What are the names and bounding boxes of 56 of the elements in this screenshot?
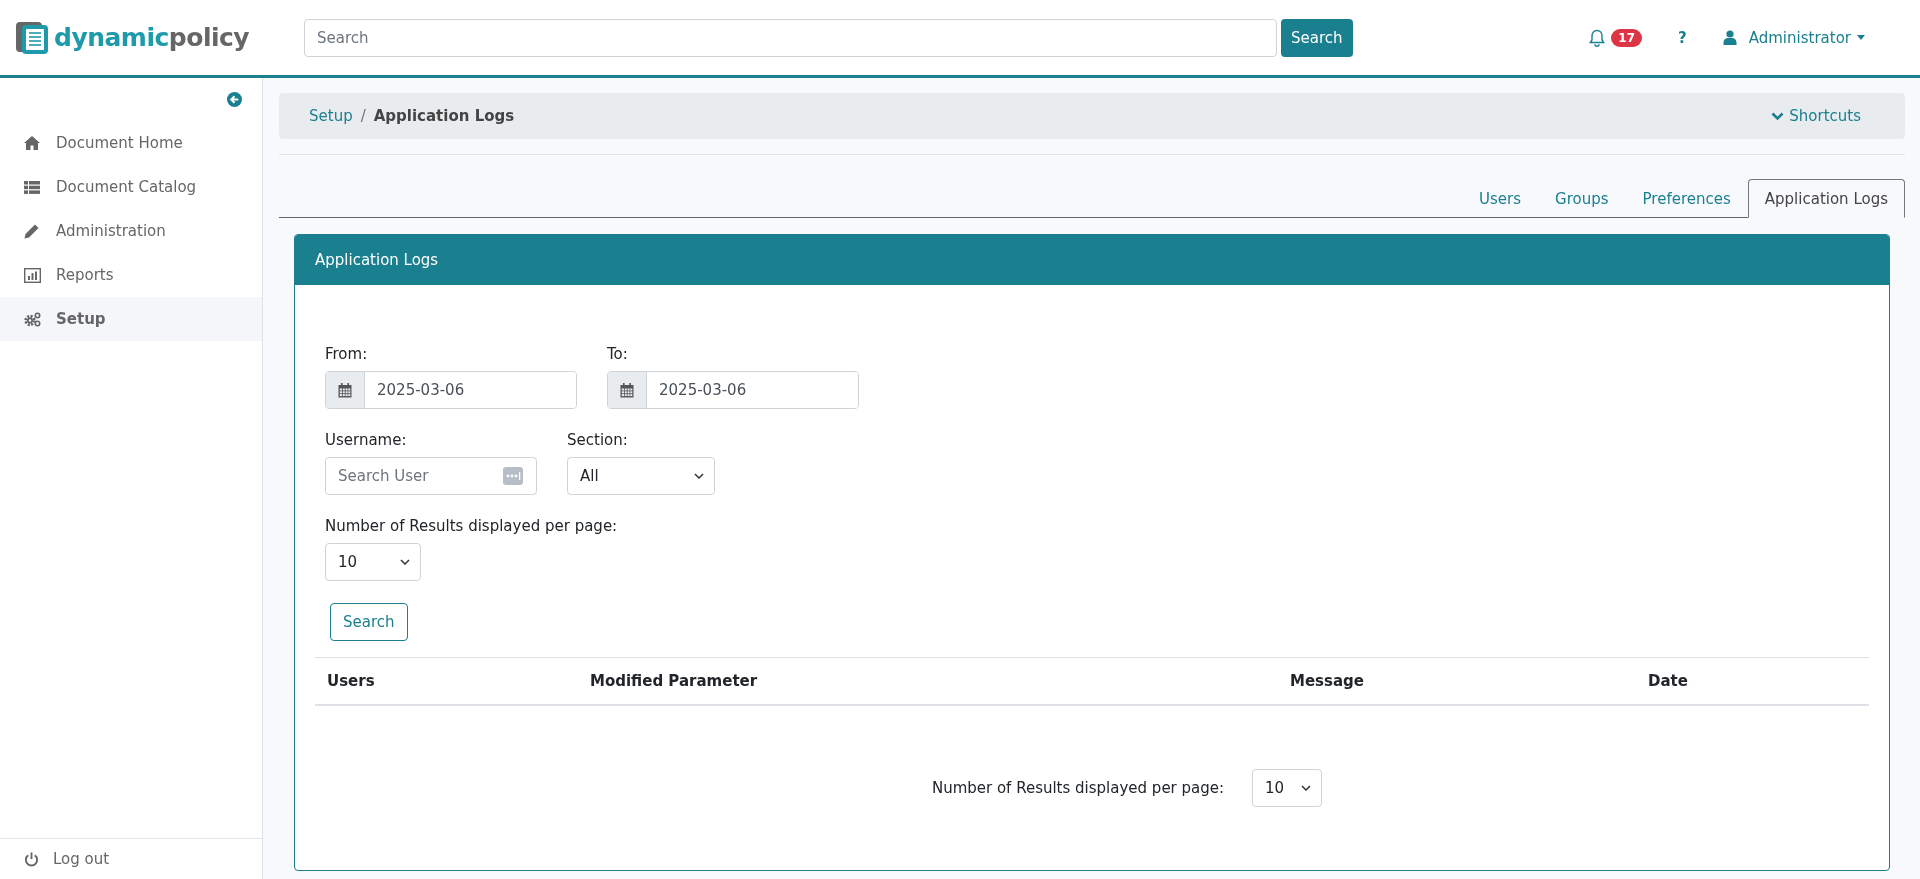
sidebar-item[interactable]: Reports [0, 253, 262, 297]
sidebar-item[interactable]: Administration [0, 209, 262, 253]
field-label: From: [325, 345, 369, 363]
field-label: To: [607, 345, 629, 363]
logo-text: dynamicpolicy [54, 23, 250, 52]
bar-chart-icon [24, 267, 41, 283]
breadcrumb-current: Application Logs [373, 107, 515, 125]
field-label: Section: [567, 431, 629, 449]
logout-link[interactable]: Log out [0, 838, 262, 879]
collapse-arrow-icon[interactable] [227, 92, 242, 107]
calendar-icon [338, 382, 352, 398]
tab[interactable]: Users [1462, 179, 1539, 218]
gears-icon [24, 311, 41, 327]
sidebar-item[interactable]: Setup [0, 297, 262, 341]
field-label: Username: [325, 431, 408, 449]
column-header: Modified Parameter [589, 672, 759, 690]
section-dropdown[interactable]: All [567, 457, 715, 495]
breadcrumb-separator: / [360, 107, 366, 125]
search-button[interactable]: Search [330, 603, 408, 641]
results-per-page-dropdown[interactable]: 10 [1252, 769, 1323, 807]
shortcuts-toggle[interactable]: Shortcuts [1771, 107, 1861, 125]
breadcrumb-link[interactable]: Setup [309, 107, 353, 125]
sidebar-item[interactable]: Document Home [0, 121, 262, 165]
chevron-down-icon [1771, 111, 1785, 121]
date-field[interactable]: 2025-03-06 [325, 371, 577, 409]
chevron-down-icon [694, 473, 704, 479]
document-logo-icon [15, 20, 49, 55]
tab[interactable]: Preferences [1625, 179, 1748, 218]
list-icon [24, 180, 40, 194]
results-per-page-dropdown[interactable]: 10 [325, 543, 421, 581]
tab[interactable]: Application Logs [1747, 179, 1905, 218]
date-field[interactable]: 2025-03-06 [607, 371, 859, 409]
home-icon [24, 136, 40, 150]
calendar-icon [620, 382, 634, 398]
username-field[interactable]: Search User [325, 457, 537, 495]
pencil-icon [24, 223, 39, 239]
panel-title: Application Logs [315, 251, 439, 269]
tab[interactable]: Groups [1538, 179, 1626, 218]
help-link[interactable]: ? [1678, 28, 1687, 47]
user-menu[interactable]: Administrator [1748, 28, 1851, 47]
chevron-down-icon [1301, 785, 1312, 791]
search-button[interactable]: Search [1281, 18, 1353, 57]
caret-icon[interactable] [1857, 35, 1865, 40]
power-icon [24, 851, 39, 867]
notification-count-badge: 17 [1611, 28, 1643, 47]
bell-icon[interactable] [1589, 28, 1606, 47]
column-header: Message [1289, 672, 1365, 690]
sidebar-item[interactable]: Document Catalog [0, 165, 262, 209]
column-header: Users [326, 672, 376, 690]
results-per-page-label: Number of Results displayed per page: [931, 779, 1225, 797]
field-label: Number of Results displayed per page: [325, 517, 619, 535]
user-icon [1722, 30, 1737, 45]
ellipsis-icon [503, 467, 523, 485]
search-field[interactable]: Search [304, 18, 1277, 57]
chevron-down-icon [400, 559, 410, 565]
column-header: Date [1647, 672, 1688, 690]
